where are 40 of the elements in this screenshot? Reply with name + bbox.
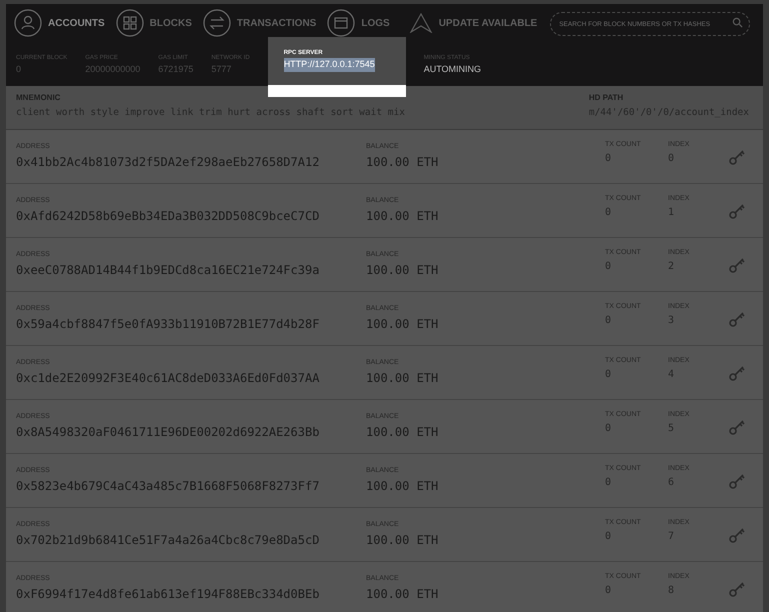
logo-icon bbox=[408, 13, 433, 33]
key-icon[interactable] bbox=[728, 148, 746, 166]
key-icon[interactable] bbox=[728, 202, 746, 220]
address-value: 0x702b21d9b6841Ce51F7a4a26a4Cbc8c79e8Da5cD bbox=[16, 532, 320, 549]
address-value: 0x5823e4b679C4aC43a485c7B1668F5068F8273Ff7 bbox=[16, 478, 320, 495]
address-value: 0xc1de2E20992F3E40c61AC8deD033A6Ed0Fd037AA bbox=[16, 370, 320, 387]
key-icon[interactable] bbox=[728, 256, 746, 274]
key-icon[interactable] bbox=[728, 580, 746, 598]
nav-tab[interactable]: ACCOUNTS bbox=[14, 9, 105, 37]
address-value: 0x8A5498320aF0461711E96DE00202d6922AE263Bb bbox=[16, 424, 320, 441]
search-icon[interactable] bbox=[732, 16, 744, 28]
stat-value: AUTOMINING bbox=[424, 63, 482, 76]
stat-value: HTTP://127.0.0.1:7545 bbox=[284, 58, 375, 72]
balance-value: 100.00 ETH bbox=[366, 532, 440, 549]
nav-tab[interactable]: TRANSACTIONS bbox=[202, 9, 316, 37]
balance-value: 100.00 ETH bbox=[366, 424, 440, 441]
user-icon bbox=[14, 9, 42, 37]
update-link[interactable]: UPDATE AVAILABLE bbox=[438, 16, 538, 30]
nav-tab[interactable]: LOGS bbox=[327, 9, 390, 37]
key-icon[interactable] bbox=[728, 418, 746, 436]
blocks-icon bbox=[116, 9, 144, 37]
address-value: 0x41bb2Ac4b81073d2f5DA2ef298aeEb27658D7A12 bbox=[16, 154, 320, 171]
balance-value: 100.00 ETH bbox=[366, 316, 440, 333]
key-icon[interactable] bbox=[728, 310, 746, 328]
address-value: 0xF6994f17e4d8fe61ab613ef194F88EBc334d0BEb bbox=[16, 586, 320, 603]
balance-value: 100.00 ETH bbox=[366, 262, 440, 279]
balance-value: 100.00 ETH bbox=[366, 370, 440, 387]
address-value: 0xeeC0788AD14B44f1b9EDCd8ca16EC21e724Fc39a bbox=[16, 262, 320, 279]
address-value: 0x59a4cbf8847f5e0fA933b11910B72B1E77d4b28F bbox=[16, 316, 320, 333]
balance-value: 100.00 ETH bbox=[366, 478, 440, 495]
address-value: 0xAfd6242D58b69eBb34EDa3B032DD508C9bceC7CD bbox=[16, 208, 320, 225]
balance-value: 100.00 ETH bbox=[366, 208, 440, 225]
swap-icon bbox=[202, 9, 231, 37]
key-icon[interactable] bbox=[728, 472, 746, 490]
logs-icon bbox=[327, 9, 356, 37]
nav-tab[interactable]: BLOCKS bbox=[116, 9, 192, 37]
key-icon[interactable] bbox=[728, 526, 746, 544]
balance-value: 100.00 ETH bbox=[366, 154, 440, 171]
key-icon[interactable] bbox=[728, 364, 746, 382]
balance-value: 100.00 ETH bbox=[366, 586, 440, 603]
